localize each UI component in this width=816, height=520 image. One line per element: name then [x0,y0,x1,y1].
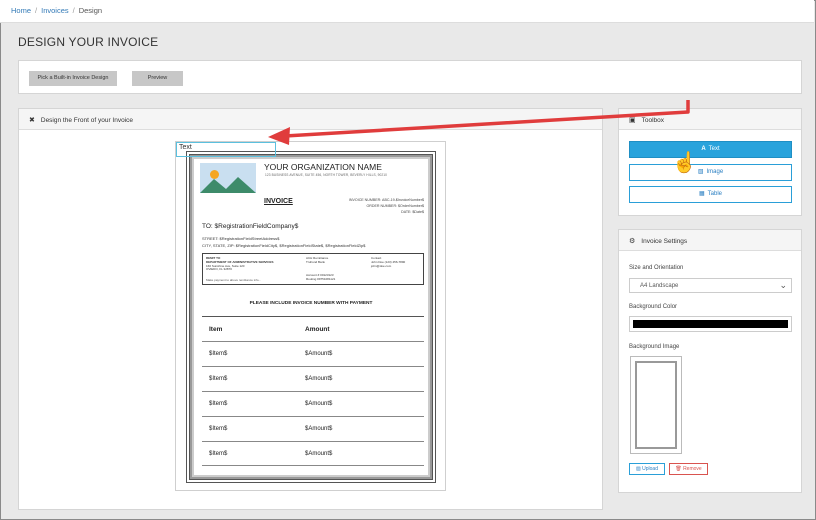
table-cell-item: $Item$ [209,401,228,407]
organization-address[interactable]: 123 BUSINESS AVENUE, SUITE 456, NORTH TO… [265,173,387,177]
background-image-thumbnail [630,356,682,454]
bill-to-city-state-zip[interactable]: CITY, STATE, ZIP: $RegistrationFieldCity… [202,243,365,248]
table-cell-item: $Item$ [209,376,228,382]
toolbox-header: ▣ Toolbox [619,109,801,130]
bill-to-street[interactable]: STREET: $RegistrationFieldStreetAddress$ [202,236,279,241]
breadcrumb: Home / Invoices / Design [0,0,814,23]
breadcrumb-separator: / [72,6,75,15]
background-color-label: Background Color [629,304,678,310]
table-row: $Item$ $Amount$ [202,416,424,441]
image-icon: ▧ [697,169,704,175]
table-cell-item: $Item$ [209,351,228,357]
invoice-items-table[interactable]: Item Amount $Item$ $Amount$ $Item$ $Amou… [202,316,424,466]
background-image-label: Background Image [629,344,680,350]
breadcrumb-invoices-link[interactable]: Invoices [41,6,69,15]
bill-to-company[interactable]: TO: $RegistrationFieldCompany$ [202,223,298,230]
table-header-row: Item Amount [202,316,424,341]
background-image-border [635,361,677,449]
remit-account: Account # 00123123 Routing #9751081121 [306,273,336,282]
remove-label: Remove [683,466,702,472]
toolbox-panel: ▣ Toolbox A Text ▧ Image ▦ Table [618,108,802,216]
remit-bank: ACH Remittance TruFund Bank [306,256,366,265]
gear-icon: ⚙ [629,238,636,245]
hand-cursor-icon: ☝ [672,152,697,174]
table-cell-amount: $Amount$ [305,451,333,457]
add-image-button[interactable]: ▧ Image [629,164,792,181]
table-header-amount: Amount [305,326,330,333]
invoice-title[interactable]: INVOICE [264,198,293,205]
pick-builtin-design-button[interactable]: Pick a Built-in Invoice Design [29,71,117,86]
add-table-button[interactable]: ▦ Table [629,186,792,203]
table-row: $Item$ $Amount$ [202,391,424,416]
table-cell-amount: $Amount$ [305,376,333,382]
design-panel-title: Design the Front of your Invoice [40,117,134,124]
table-cell-item: $Item$ [209,451,228,457]
new-text-element[interactable]: Text [176,142,276,157]
date-field: DATE: $Date$ [401,210,424,214]
actions-panel: Pick a Built-in Invoice Design Preview [18,60,802,94]
table-cell-amount: $Amount$ [305,351,333,357]
background-color-swatch [633,320,788,328]
remit-city: OVIEDO, FL 32870 [206,267,232,272]
tools-icon: ✖ [29,117,35,124]
table-row: $Item$ $Amount$ [202,441,424,466]
mountains-icon [200,177,256,193]
table-row: $Item$ $Amount$ [202,341,424,366]
remit-footer-note: Make payment to above remittance info... [206,278,262,282]
invoice-page-canvas[interactable]: YOUR ORGANIZATION NAME 123 BUSINESS AVEN… [175,141,446,491]
remit-to-address: REMIT TO DEPARTMENT OF ADMINISTRATIVE SE… [206,256,286,272]
remit-bank-name: TruFund Bank [306,259,325,264]
size-orientation-value: A4 Landscape [640,283,679,289]
preview-button[interactable]: Preview [132,71,183,86]
organization-name[interactable]: YOUR ORGANIZATION NAME [264,162,382,172]
invoice-background-border: YOUR ORGANIZATION NAME 123 BUSINESS AVEN… [186,151,436,483]
table-icon: ▦ [698,191,705,197]
add-image-label: Image [706,169,724,175]
breadcrumb-home-link[interactable]: Home [11,6,31,15]
remit-contact: Contact John Doe (123) 456-7890 john@doe… [371,256,421,268]
page-title: DESIGN YOUR INVOICE [18,35,159,49]
remit-routing-number: Routing #9751081121 [306,276,336,281]
invoice-settings-panel: ⚙ Invoice Settings Size and Orientation A… [618,229,802,493]
remove-button[interactable]: 🗑 Remove [669,463,708,475]
design-front-panel: ✖ Design the Front of your Invoice YOUR O… [18,108,603,510]
add-text-button[interactable]: A Text [629,141,792,158]
invoice-meta[interactable]: INVOICE NUMBER: ABC-19-$InvoiceNumber$ O… [349,197,424,215]
table-row: $Item$ $Amount$ [202,366,424,391]
upload-button[interactable]: ▧ Upload [629,463,665,475]
organization-logo[interactable] [200,163,256,193]
toolbox-icon: ▣ [629,117,636,124]
breadcrumb-current: Design [78,6,103,15]
settings-title: Invoice Settings [641,238,688,245]
add-table-label: Table [707,191,722,197]
upload-label: Upload [642,466,658,472]
table-cell-item: $Item$ [209,426,228,432]
background-color-picker[interactable] [629,316,792,332]
table-cell-amount: $Amount$ [305,401,333,407]
design-panel-header: ✖ Design the Front of your Invoice [19,109,602,130]
size-orientation-label: Size and Orientation [629,265,684,271]
breadcrumb-separator: / [35,6,38,15]
payment-note[interactable]: PLEASE INCLUDE INVOICE NUMBER WITH PAYME… [190,301,432,306]
chevron-down-icon: ⌄ [779,280,787,290]
remit-contact-email: john@doe.com [371,263,392,268]
table-cell-amount: $Amount$ [305,426,333,432]
settings-header: ⚙ Invoice Settings [619,230,801,251]
text-icon: A [701,146,706,152]
add-text-label: Text [708,146,720,152]
remit-to-box[interactable]: REMIT TO DEPARTMENT OF ADMINISTRATIVE SE… [202,253,424,285]
toolbox-title: Toolbox [641,117,665,124]
size-orientation-select[interactable]: A4 Landscape ⌄ [629,278,792,293]
table-header-item: Item [209,326,223,333]
trash-icon: 🗑 [675,466,684,472]
